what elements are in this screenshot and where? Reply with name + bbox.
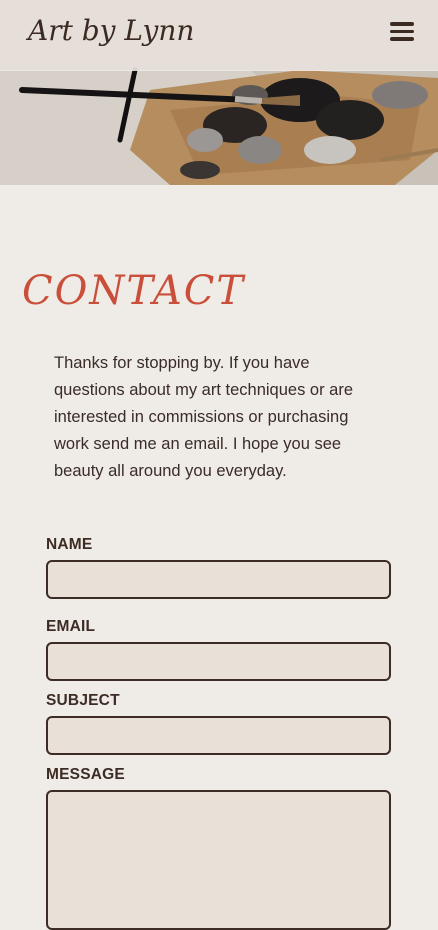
email-label: EMAIL (46, 618, 96, 635)
hamburger-menu-icon[interactable] (388, 18, 416, 46)
message-label: MESSAGE (46, 766, 125, 783)
menu-bar (390, 29, 414, 34)
message-field[interactable] (46, 790, 391, 930)
menu-bar (390, 37, 414, 41)
subject-label: SUBJECT (46, 692, 120, 709)
name-label: NAME (46, 536, 93, 553)
site-logo[interactable]: Art by Lynn (28, 14, 194, 47)
menu-bar (390, 22, 414, 26)
name-field[interactable] (46, 560, 391, 599)
intro-text: Thanks for stopping by. If you have ques… (54, 354, 354, 480)
email-field[interactable] (46, 642, 391, 681)
site-header: Art by Lynn (0, 0, 438, 71)
page-title: CONTACT (22, 268, 246, 314)
hero-banner: Art by Lynn (0, 0, 438, 185)
subject-field[interactable] (46, 716, 391, 755)
